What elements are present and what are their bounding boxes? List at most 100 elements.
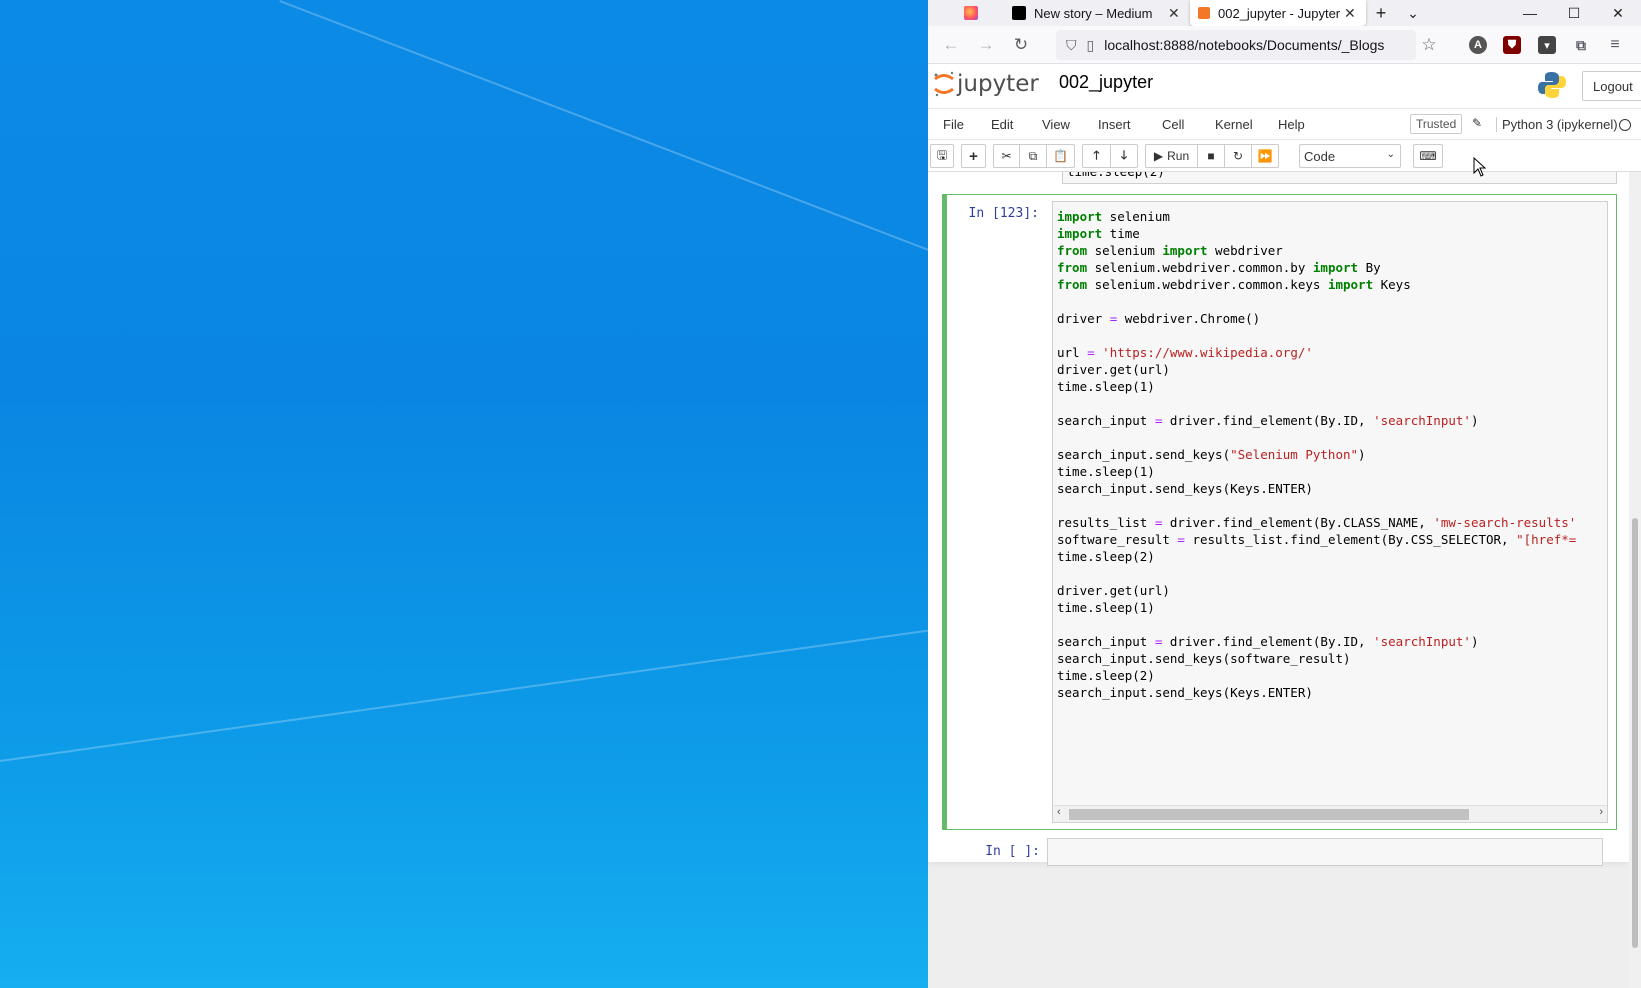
- previous-cell-code[interactable]: time.sleep(2): [1062, 172, 1617, 184]
- code-line: time.sleep(1): [1057, 464, 1155, 479]
- cell-type-select[interactable]: Code ⌄: [1299, 144, 1401, 168]
- arrow-down-icon: 🡓: [1120, 147, 1128, 162]
- vertical-scrollbar[interactable]: [1629, 172, 1641, 988]
- code-line: ​: [1057, 293, 1576, 310]
- trusted-badge[interactable]: Trusted: [1410, 114, 1463, 134]
- interrupt-button[interactable]: ■: [1197, 144, 1224, 168]
- maximize-button[interactable]: ☐: [1552, 0, 1596, 26]
- move-up-button[interactable]: 🡑: [1082, 144, 1110, 168]
- url-bar[interactable]: ⛉ ▯ localhost:8888/notebooks/Documents/_…: [1056, 30, 1416, 60]
- edit-pencil-icon[interactable]: ✎: [1472, 116, 1482, 130]
- forward-button[interactable]: →: [973, 33, 999, 57]
- code-line: import selenium: [1057, 209, 1170, 224]
- code-line: search_input.send_keys(Keys.ENTER): [1057, 481, 1313, 496]
- paste-button[interactable]: 📋: [1047, 144, 1075, 168]
- jupyter-header: jupyter 002_jupyter Logout: [928, 64, 1641, 108]
- empty-code-editor[interactable]: [1047, 838, 1603, 866]
- tab-firefox[interactable]: [964, 0, 992, 26]
- tab-bar: New story – Medium ✕ 002_jupyter - Jupyt…: [928, 0, 1641, 26]
- restart-button[interactable]: ↻: [1224, 144, 1251, 168]
- ublock-icon[interactable]: ⛊: [1503, 36, 1521, 54]
- bookmark-button[interactable]: ☆: [1416, 33, 1442, 57]
- wallpaper-ray: [279, 0, 928, 325]
- cut-button[interactable]: ✂: [993, 144, 1019, 168]
- extensions-icon[interactable]: ⧉: [1572, 36, 1590, 54]
- forward-arrow-icon: →: [977, 35, 995, 54]
- shield-icon: ⛉: [1066, 36, 1077, 53]
- jupyter-tab-icon: [1198, 7, 1210, 19]
- scrollbar-thumb[interactable]: [1069, 809, 1469, 820]
- scissors-icon: ✂: [1001, 149, 1012, 163]
- menu-kernel[interactable]: Kernel: [1215, 117, 1253, 132]
- code-line: software_result = results_list.find_elem…: [1057, 532, 1577, 547]
- code-line: from selenium import webdriver: [1057, 243, 1283, 258]
- copy-icon: ⧉: [1028, 148, 1038, 163]
- code-line: ​: [1057, 497, 1576, 514]
- wallpaper-ray: [0, 620, 928, 762]
- notebook-container[interactable]: time.sleep(2) In [123]: import seleniumi…: [928, 172, 1641, 988]
- logout-button[interactable]: Logout: [1582, 71, 1641, 101]
- close-icon[interactable]: ✕: [1168, 5, 1180, 22]
- run-label: Run: [1167, 149, 1190, 163]
- code-line: from selenium.webdriver.common.keys impo…: [1057, 277, 1411, 292]
- notebook-page: time.sleep(2) In [123]: import seleniumi…: [928, 172, 1629, 866]
- account-extension-icon[interactable]: A: [1469, 36, 1487, 54]
- menu-view[interactable]: View: [1042, 117, 1070, 132]
- code-line: search_input = driver.find_element(By.ID…: [1057, 413, 1479, 428]
- close-icon: ✕: [1612, 4, 1624, 21]
- maximize-icon: ☐: [1567, 4, 1581, 21]
- bitwarden-icon[interactable]: ▾: [1538, 36, 1556, 54]
- menu-edit[interactable]: Edit: [991, 117, 1013, 132]
- copy-button[interactable]: ⧉: [1019, 144, 1047, 168]
- menu-cell[interactable]: Cell: [1162, 117, 1184, 132]
- page-icon: ▯: [1086, 36, 1095, 53]
- back-button[interactable]: ←: [938, 33, 964, 57]
- menu-icon[interactable]: ≡: [1606, 36, 1624, 54]
- scroll-right-icon[interactable]: ›: [1599, 806, 1603, 818]
- code-line: search_input.send_keys(Keys.ENTER): [1057, 685, 1313, 700]
- move-down-button[interactable]: 🡓: [1110, 144, 1138, 168]
- close-icon[interactable]: ✕: [1344, 5, 1356, 22]
- new-tab-button[interactable]: +: [1366, 0, 1396, 26]
- reload-icon: ↻: [1013, 35, 1029, 54]
- code-line: ​: [1057, 395, 1576, 412]
- tab-medium[interactable]: New story – Medium ✕: [1012, 0, 1182, 26]
- tab-list-button[interactable]: ⌄: [1398, 0, 1428, 26]
- scrollbar-thumb[interactable]: [1632, 518, 1638, 948]
- close-window-button[interactable]: ✕: [1596, 0, 1640, 26]
- browser-window: New story – Medium ✕ 002_jupyter - Jupyt…: [928, 0, 1641, 988]
- horizontal-scrollbar[interactable]: ‹ ›: [1053, 805, 1607, 822]
- save-button[interactable]: 🖫: [930, 144, 954, 168]
- star-icon: ☆: [1421, 35, 1437, 54]
- code-line: driver = webdriver.Chrome(): [1057, 311, 1261, 326]
- menu-insert[interactable]: Insert: [1098, 117, 1131, 132]
- code-line: driver.get(url): [1057, 362, 1170, 377]
- code-lines: import selenium import time from selenium …: [1057, 208, 1576, 701]
- restart-run-all-button[interactable]: ⏩: [1251, 144, 1279, 168]
- jupyter-logo[interactable]: jupyter: [933, 70, 1039, 98]
- scroll-left-icon[interactable]: ‹: [1057, 806, 1061, 818]
- play-icon: ▶: [1153, 149, 1164, 163]
- command-palette-button[interactable]: ⌨: [1413, 144, 1443, 168]
- code-editor[interactable]: import selenium import time from selenium …: [1052, 201, 1608, 823]
- run-button[interactable]: ▶ Run: [1145, 144, 1197, 168]
- reload-button[interactable]: ↻: [1008, 33, 1034, 57]
- desktop-wallpaper: [0, 0, 928, 988]
- medium-icon: [1012, 6, 1026, 20]
- firefox-icon: [964, 6, 978, 20]
- code-line: search_input.send_keys(software_result): [1057, 651, 1351, 666]
- tab-jupyter[interactable]: 002_jupyter - Jupyter Notebook ✕: [1190, 0, 1366, 26]
- code-cell-selected[interactable]: In [123]: import selenium import time from…: [942, 194, 1617, 830]
- code-line: search_input = driver.find_element(By.ID…: [1057, 634, 1479, 649]
- save-icon: 🖫: [936, 147, 948, 162]
- python-logo-icon: [1538, 72, 1566, 98]
- stop-icon: ■: [1207, 149, 1215, 163]
- kernel-name[interactable]: Python 3 (ipykernel): [1496, 117, 1618, 132]
- notebook-title[interactable]: 002_jupyter: [1059, 72, 1153, 93]
- menu-help[interactable]: Help: [1278, 117, 1305, 132]
- insert-cell-button[interactable]: +: [961, 144, 986, 168]
- menu-file[interactable]: File: [943, 117, 964, 132]
- minimize-button[interactable]: —: [1508, 0, 1552, 26]
- code-line: import time: [1057, 226, 1140, 241]
- fast-forward-icon: ⏩: [1257, 149, 1273, 163]
